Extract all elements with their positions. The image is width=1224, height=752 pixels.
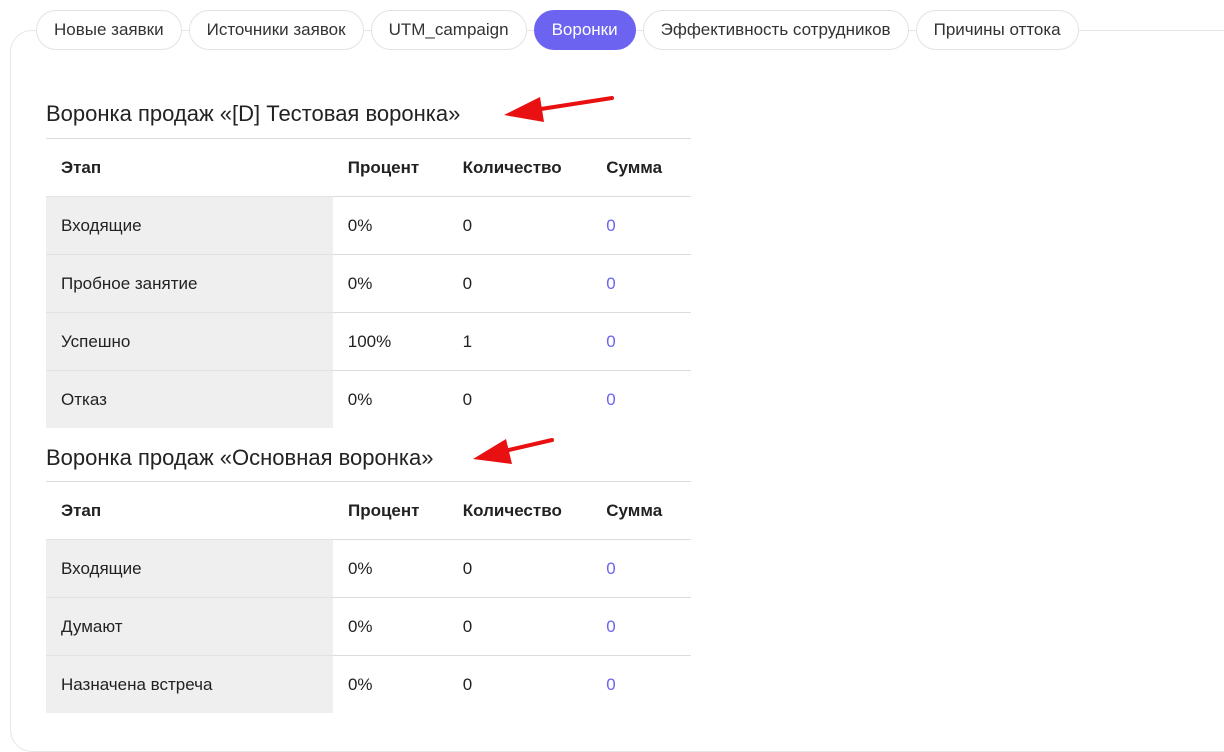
column-header-count: Количество	[447, 481, 592, 540]
report-tabs: Новые заявки Источники заявок UTM_campai…	[36, 10, 1079, 52]
percent-cell: 0%	[332, 370, 448, 428]
sum-link[interactable]: 0	[591, 655, 691, 713]
stage-cell: Пробное занятие	[46, 254, 333, 313]
count-cell: 0	[447, 539, 592, 598]
percent-cell: 0%	[332, 254, 448, 313]
percent-cell: 0%	[332, 655, 448, 713]
count-cell: 1	[447, 312, 592, 371]
count-cell: 0	[447, 254, 592, 313]
count-cell: 0	[447, 370, 592, 428]
table-row: Успешно 100% 1 0	[46, 312, 691, 371]
stage-cell: Назначена встреча	[46, 655, 333, 713]
count-cell: 0	[447, 597, 592, 656]
tab-churn-reasons[interactable]: Причины оттока	[915, 10, 1079, 50]
tab-utm-campaign[interactable]: UTM_campaign	[370, 10, 527, 50]
table-row: Входящие 0% 0 0	[46, 539, 691, 598]
percent-cell: 0%	[332, 597, 448, 656]
tab-funnels[interactable]: Воронки	[533, 10, 636, 50]
column-header-sum: Сумма	[591, 138, 691, 197]
funnel-title: Воронка продаж «Основная воронка»	[46, 445, 434, 470]
count-cell: 0	[447, 655, 592, 713]
table-row: Думают 0% 0 0	[46, 597, 691, 656]
stage-cell: Входящие	[46, 196, 333, 255]
sum-link[interactable]: 0	[591, 312, 691, 371]
table-row: Отказ 0% 0 0	[46, 370, 691, 428]
table-row: Назначена встреча 0% 0 0	[46, 655, 691, 713]
funnel-table: Этап Процент Количество Сумма Входящие 0…	[46, 481, 691, 713]
percent-cell: 0%	[332, 539, 448, 598]
column-header-percent: Процент	[332, 481, 448, 540]
stage-cell: Успешно	[46, 312, 333, 371]
stage-cell: Входящие	[46, 539, 333, 598]
count-cell: 0	[447, 196, 592, 255]
column-header-stage: Этап	[46, 138, 333, 197]
table-header-row: Этап Процент Количество Сумма	[46, 481, 691, 540]
stage-cell: Отказ	[46, 370, 333, 428]
column-header-sum: Сумма	[591, 481, 691, 540]
funnel-table: Этап Процент Количество Сумма Входящие 0…	[46, 138, 691, 428]
table-row: Пробное занятие 0% 0 0	[46, 254, 691, 313]
column-header-percent: Процент	[332, 138, 448, 197]
sum-link[interactable]: 0	[591, 196, 691, 255]
sum-link[interactable]: 0	[591, 539, 691, 598]
tab-new-requests[interactable]: Новые заявки	[36, 10, 182, 50]
table-row: Входящие 0% 0 0	[46, 196, 691, 255]
tab-employee-efficiency[interactable]: Эффективность сотрудников	[642, 10, 909, 50]
percent-cell: 100%	[332, 312, 448, 371]
table-header-row: Этап Процент Количество Сумма	[46, 138, 691, 197]
column-header-stage: Этап	[46, 481, 333, 540]
sum-link[interactable]: 0	[591, 370, 691, 428]
sum-link[interactable]: 0	[591, 597, 691, 656]
funnel-title: Воронка продаж «[D] Тестовая воронка»	[46, 101, 461, 126]
sum-link[interactable]: 0	[591, 254, 691, 313]
percent-cell: 0%	[332, 196, 448, 255]
column-header-count: Количество	[447, 138, 592, 197]
stage-cell: Думают	[46, 597, 333, 656]
tab-request-sources[interactable]: Источники заявок	[188, 10, 364, 50]
